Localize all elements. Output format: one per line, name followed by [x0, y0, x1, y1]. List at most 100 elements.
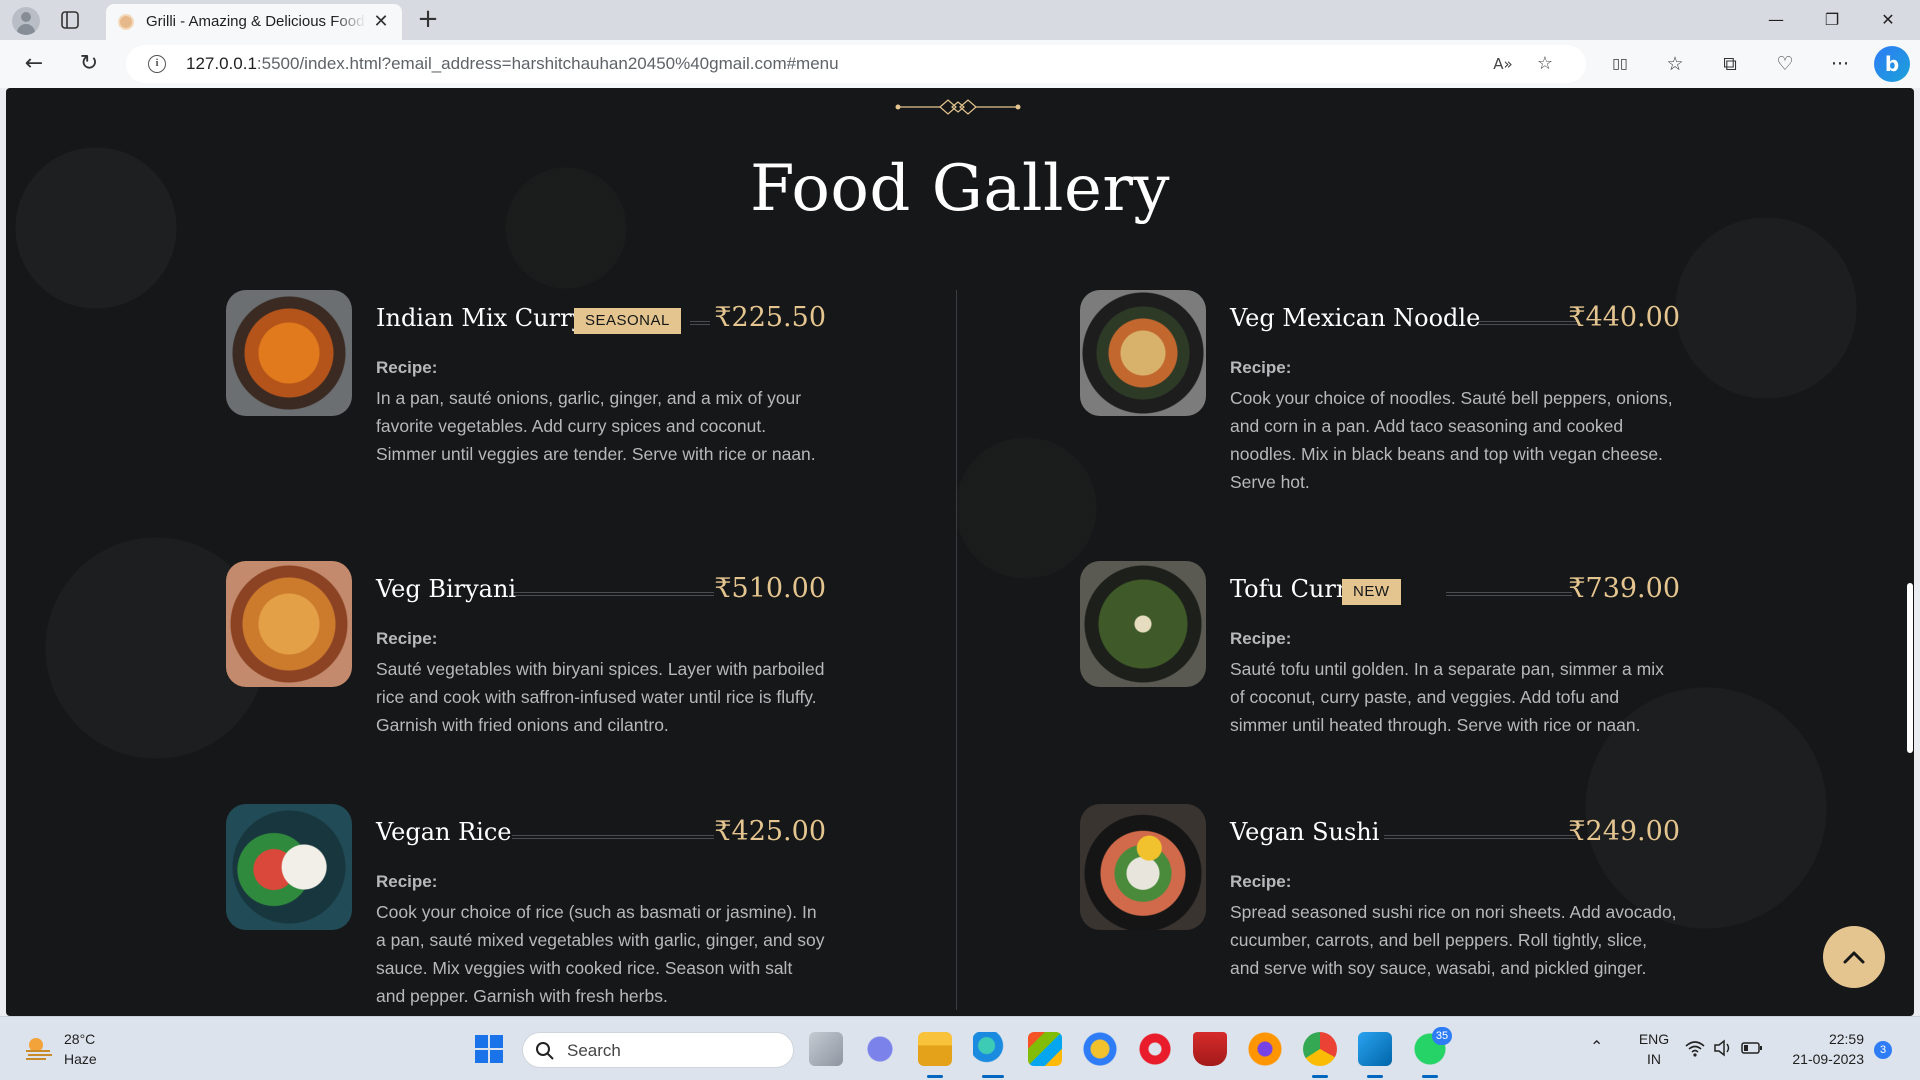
back-button[interactable]: ←: [20, 50, 48, 78]
weather-temperature[interactable]: 28°C: [64, 1031, 95, 1047]
weather-description[interactable]: Haze: [64, 1051, 97, 1067]
language-indicator[interactable]: ENG: [1634, 1031, 1674, 1047]
firefox-icon[interactable]: [1248, 1032, 1282, 1066]
item-recipe: Cook your choice of noodles. Sauté bell …: [1230, 388, 1673, 492]
running-indicator: [1422, 1075, 1438, 1078]
chrome-icon[interactable]: [1303, 1032, 1337, 1066]
veg-biryani-image: [226, 561, 352, 687]
item-price: ₹739.00: [1568, 573, 1680, 604]
tab-close-icon[interactable]: ✕: [370, 11, 392, 33]
tofu-curry-image: [1080, 561, 1206, 687]
page-viewport: Food Gallery Indian Mix Curry SEASONAL ₹…: [6, 88, 1914, 1016]
site-favicon-icon: [118, 14, 134, 30]
favorites-icon[interactable]: ☆: [1661, 50, 1689, 78]
url-path: :5500/index.html?email_address=harshitch…: [256, 54, 839, 73]
item-recipe: Sauté tofu until golden. In a separate p…: [1230, 659, 1664, 735]
column-divider: [956, 290, 957, 1010]
address-bar[interactable]: i 127.0.0.1:5500/index.html?email_addres…: [126, 45, 1586, 83]
address-url[interactable]: 127.0.0.1:5500/index.html?email_address=…: [186, 54, 839, 74]
chevron-up-icon: [1843, 951, 1865, 964]
url-host: 127.0.0.1: [186, 54, 257, 73]
mcafee-icon[interactable]: [1193, 1032, 1227, 1066]
item-price: ₹225.50: [714, 302, 826, 333]
page-scrollbar[interactable]: [1906, 88, 1914, 1016]
teams-chat-icon[interactable]: [863, 1032, 897, 1066]
recipe-label: Recipe:: [1230, 872, 1292, 891]
scrollbar-thumb[interactable]: [1907, 583, 1913, 753]
menu-item[interactable]: Vegan Sushi ₹249.00 Recipe: Spread seaso…: [1080, 804, 1680, 1016]
opera-browser-icon[interactable]: [1138, 1032, 1172, 1066]
profile-icon[interactable]: [12, 7, 40, 35]
search-placeholder: Search: [567, 1041, 621, 1060]
battery-icon[interactable]: [1740, 1037, 1764, 1059]
menu-item[interactable]: Vegan Rice ₹425.00 Recipe: Cook your cho…: [226, 804, 826, 1016]
more-menu-icon[interactable]: ···: [1826, 50, 1854, 78]
volume-icon[interactable]: [1712, 1037, 1734, 1059]
indian-mix-curry-image: [226, 290, 352, 416]
price-leader-line: [512, 835, 714, 839]
copilot-icon[interactable]: b: [1874, 46, 1910, 82]
new-tab-button[interactable]: +: [414, 6, 442, 34]
new-badge: NEW: [1342, 579, 1401, 605]
file-explorer-icon[interactable]: [918, 1032, 952, 1066]
wifi-icon[interactable]: [1684, 1037, 1706, 1059]
vegan-rice-image: [226, 804, 352, 930]
price-leader-line: [1478, 321, 1578, 325]
show-hidden-icons-chevron-icon[interactable]: ⌃: [1590, 1037, 1603, 1057]
section-title: Food Gallery: [749, 152, 1171, 226]
region-indicator[interactable]: IN: [1634, 1051, 1674, 1067]
running-indicator: [927, 1075, 943, 1078]
taskbar-search-input[interactable]: Search: [522, 1032, 794, 1068]
weather-haze-icon[interactable]: [24, 1035, 54, 1061]
browser-toolbar: ← ↻ i 127.0.0.1:5500/index.html?email_ad…: [0, 40, 1920, 88]
item-recipe: Spread seasoned sushi rice on nori sheet…: [1230, 902, 1677, 978]
vs-code-icon[interactable]: [1358, 1032, 1392, 1066]
read-aloud-icon[interactable]: A»: [1492, 53, 1514, 75]
reload-button[interactable]: ↻: [75, 50, 103, 78]
price-leader-line: [1446, 592, 1572, 596]
browser-tab-bar: Grilli - Amazing & Delicious Food ✕ + — …: [0, 0, 1920, 40]
workspaces-icon[interactable]: [60, 10, 80, 30]
minimize-button[interactable]: —: [1758, 6, 1794, 34]
edge-browser-icon[interactable]: [973, 1032, 1007, 1066]
title-ornament-icon: [895, 99, 1021, 115]
notification-count-badge[interactable]: 3: [1874, 1041, 1892, 1059]
favorite-star-icon[interactable]: ☆: [1534, 53, 1556, 75]
menu-item[interactable]: Veg Biryani ₹510.00 Recipe: Sauté vegeta…: [226, 561, 826, 791]
active-app-indicator: [982, 1075, 1004, 1078]
seasonal-badge: SEASONAL: [574, 308, 681, 334]
item-price: ₹249.00: [1568, 816, 1680, 847]
split-screen-icon[interactable]: ▯▯: [1606, 50, 1634, 78]
running-indicator: [1312, 1075, 1328, 1078]
active-tab[interactable]: Grilli - Amazing & Delicious Food ✕: [106, 4, 402, 40]
veg-mexican-noodle-image: [1080, 290, 1206, 416]
menu-item[interactable]: Tofu Curry NEW ₹739.00 Recipe: Sauté tof…: [1080, 561, 1680, 791]
clock-time[interactable]: 22:59: [1784, 1031, 1864, 1047]
clock-date[interactable]: 21-09-2023: [1776, 1051, 1864, 1067]
recipe-label: Recipe:: [376, 872, 438, 891]
collections-icon[interactable]: ⧉: [1716, 50, 1744, 78]
windows-start-icon[interactable]: [472, 1032, 506, 1066]
whatsapp-unread-badge: 35: [1432, 1027, 1452, 1045]
item-recipe: Sauté vegetables with biryani spices. La…: [376, 659, 825, 735]
microsoft-store-icon[interactable]: [1028, 1032, 1062, 1066]
price-leader-line: [690, 321, 710, 325]
price-leader-line: [1384, 835, 1576, 839]
menu-item[interactable]: Veg Mexican Noodle ₹440.00 Recipe: Cook …: [1080, 290, 1680, 520]
tab-title: Grilli - Amazing & Delicious Food: [146, 13, 365, 30]
item-name: Veg Biryani: [376, 575, 517, 603]
menu-item[interactable]: Indian Mix Curry SEASONAL ₹225.50 Recipe…: [226, 290, 826, 520]
tips-app-icon[interactable]: [1083, 1032, 1117, 1066]
restore-button[interactable]: ❐: [1814, 6, 1850, 34]
task-view-icon[interactable]: [809, 1032, 843, 1066]
vegan-sushi-image: [1080, 804, 1206, 930]
recipe-label: Recipe:: [376, 629, 438, 648]
browser-essentials-icon[interactable]: ♡: [1771, 50, 1799, 78]
windows-taskbar: 28°C Haze Search 35 ⌃ ENG IN 22:59 21-09…: [0, 1016, 1920, 1080]
recipe-label: Recipe:: [376, 358, 438, 377]
close-window-button[interactable]: ✕: [1870, 6, 1906, 34]
site-info-icon[interactable]: i: [148, 55, 166, 73]
recipe-label: Recipe:: [1230, 358, 1292, 377]
item-name: Vegan Sushi: [1230, 818, 1380, 846]
back-to-top-button[interactable]: [1823, 926, 1885, 988]
